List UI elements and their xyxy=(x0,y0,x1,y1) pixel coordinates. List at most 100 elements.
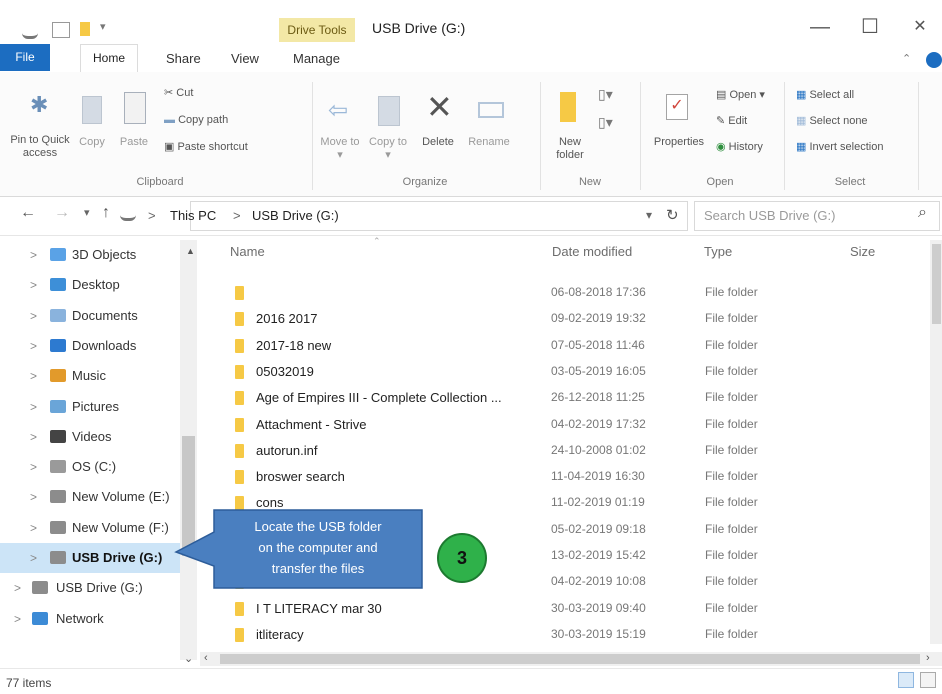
nav-item-icon xyxy=(50,338,66,352)
copy-button[interactable]: Copy xyxy=(74,84,110,172)
forward-button[interactable]: → xyxy=(54,204,70,222)
expand-chevron-icon[interactable]: > xyxy=(30,331,37,361)
new-folder-quick-icon[interactable] xyxy=(80,22,90,36)
scroll-right-icon[interactable]: › xyxy=(926,652,930,664)
folder-icon xyxy=(235,601,244,616)
nav-item-label: Desktop xyxy=(72,277,120,293)
expand-chevron-icon[interactable]: > xyxy=(30,240,37,270)
contextual-tab-drive-tools[interactable]: Drive Tools xyxy=(279,18,355,42)
tab-file[interactable]: File xyxy=(0,44,50,71)
nav-item-icon xyxy=(50,278,66,292)
nav-item[interactable]: > Documents xyxy=(0,301,190,331)
nav-item[interactable]: > New Volume (E:) xyxy=(0,482,190,512)
new-item-icon[interactable]: ▯▾ xyxy=(598,86,613,103)
nav-scroll-up-icon[interactable]: ▲ xyxy=(186,246,195,256)
tab-share[interactable]: Share xyxy=(156,48,211,69)
refresh-button[interactable]: ↻ xyxy=(666,206,679,224)
nav-item[interactable]: > Downloads xyxy=(0,331,190,361)
file-row[interactable]: Age of Empires III - Complete Collection… xyxy=(200,385,930,412)
paste-button[interactable]: Paste xyxy=(114,84,154,172)
back-button[interactable]: ← xyxy=(20,204,36,222)
expand-chevron-icon[interactable]: > xyxy=(30,513,37,543)
easy-access-icon[interactable]: ▯▾ xyxy=(598,114,613,131)
large-icons-view-icon[interactable] xyxy=(920,672,936,688)
nav-item[interactable]: > Pictures xyxy=(0,392,190,422)
minimize-button[interactable]: — xyxy=(800,12,840,42)
move-to-button[interactable]: ⇦ Move to ▾ xyxy=(320,84,360,172)
tab-manage[interactable]: Manage xyxy=(283,48,350,69)
expand-chevron-icon[interactable]: > xyxy=(30,301,37,331)
history-button[interactable]: ◉ History xyxy=(716,140,763,153)
nav-item[interactable]: > New Volume (F:) xyxy=(0,513,190,543)
address-dropdown-icon[interactable]: ▾ xyxy=(646,208,652,222)
copy-path-button[interactable]: ▬ Copy path xyxy=(164,114,228,126)
horizontal-scroll-thumb[interactable] xyxy=(220,654,920,664)
file-row[interactable]: Attachment - Strive 04-02-2019 17:32 File … xyxy=(200,412,930,439)
recent-locations-button[interactable]: ▾ xyxy=(84,206,90,219)
details-view-icon[interactable] xyxy=(898,672,914,688)
file-row[interactable]: I T LITERACY mar 30 30-03-2019 09:40 File … xyxy=(200,596,930,623)
select-none-button[interactable]: ▦ Select none xyxy=(796,114,868,127)
nav-item[interactable]: > Music xyxy=(0,361,190,391)
invert-selection-button[interactable]: ▦ Invert selection xyxy=(796,140,883,153)
nav-scroll-down-icon[interactable]: ⌄ xyxy=(184,652,193,665)
expand-chevron-icon[interactable]: > xyxy=(30,270,37,300)
maximize-button[interactable]: ☐ xyxy=(850,12,890,42)
folder-icon xyxy=(235,312,244,327)
breadcrumb-usb-drive[interactable]: USB Drive (G:) xyxy=(252,208,339,223)
nav-item[interactable]: >3D Objects xyxy=(0,240,190,270)
group-divider xyxy=(540,82,541,190)
close-button[interactable]: ✕ xyxy=(900,12,940,42)
cut-button[interactable]: ✂ Cut xyxy=(164,86,193,99)
expand-chevron-icon[interactable]: > xyxy=(30,482,37,512)
nav-item[interactable]: > OS (C:) xyxy=(0,452,190,482)
column-header-size[interactable]: Size xyxy=(850,244,875,259)
properties-button[interactable]: ✓ Properties xyxy=(648,84,710,172)
file-list-scroll-thumb[interactable] xyxy=(932,244,941,324)
nav-item[interactable]: > Desktop xyxy=(0,270,190,300)
expand-chevron-icon[interactable]: > xyxy=(14,573,21,603)
help-icon[interactable] xyxy=(926,52,942,68)
properties-quick-icon[interactable] xyxy=(52,22,70,38)
new-folder-button[interactable]: New folder xyxy=(548,84,592,172)
column-header-type[interactable]: Type xyxy=(704,244,732,259)
copy-to-button[interactable]: Copy to ▾ xyxy=(368,84,408,172)
file-row[interactable]: 2016 2017 09-02-2019 19:32 File folder xyxy=(200,306,930,333)
expand-chevron-icon[interactable]: > xyxy=(30,392,37,422)
file-row[interactable]: itliteracy 30-03-2019 15:19 File folder xyxy=(200,622,930,649)
rename-button[interactable]: Rename xyxy=(464,84,514,172)
file-row[interactable]: 06-08-2018 17:36 File folder xyxy=(200,280,930,307)
collapse-ribbon-icon[interactable]: ⌃ xyxy=(902,52,911,65)
up-button[interactable]: ↑ xyxy=(102,204,110,222)
file-row[interactable]: autorun.inf 24-10-2008 01:02 File folder xyxy=(200,438,930,465)
delete-button[interactable]: ✕ Delete xyxy=(416,84,460,172)
invert-selection-icon: ▦ xyxy=(796,141,810,153)
scroll-left-icon[interactable]: ‹ xyxy=(204,652,208,664)
nav-item[interactable]: > Videos xyxy=(0,422,190,452)
tab-home[interactable]: Home xyxy=(80,44,139,73)
tab-view[interactable]: View xyxy=(221,48,269,69)
pin-to-quick-access-button[interactable]: ✱ Pin to Quick access xyxy=(8,84,72,172)
expand-chevron-icon[interactable]: > xyxy=(30,422,37,452)
paste-shortcut-button[interactable]: ▣ Paste shortcut xyxy=(164,140,248,153)
quick-access-dropdown-icon[interactable]: ▾ xyxy=(100,20,106,33)
file-row[interactable]: 2017-18 new 07-05-2018 11:46 File folder xyxy=(200,333,930,360)
file-name: I T LITERACY mar 30 xyxy=(256,600,382,616)
file-row[interactable]: broswer search 11-04-2019 16:30 File folde… xyxy=(200,464,930,491)
breadcrumb-this-pc[interactable]: This PC xyxy=(170,208,216,223)
nav-item[interactable]: > USB Drive (G:) xyxy=(0,573,190,603)
nav-item[interactable]: > USB Drive (G:) xyxy=(0,543,190,573)
edit-button[interactable]: ✎ Edit xyxy=(716,114,747,127)
open-button[interactable]: ▤ Open ▾ xyxy=(716,88,765,101)
breadcrumb-separator: > xyxy=(148,208,156,223)
column-header-name[interactable]: Name xyxy=(230,244,265,259)
nav-item[interactable]: > Network xyxy=(0,604,190,634)
expand-chevron-icon[interactable]: > xyxy=(30,452,37,482)
select-all-button[interactable]: ▦ Select all xyxy=(796,88,854,101)
file-row[interactable]: 05032019 03-05-2019 16:05 File folder xyxy=(200,359,930,386)
column-header-date[interactable]: Date modified xyxy=(552,244,632,259)
expand-chevron-icon[interactable]: > xyxy=(30,543,37,573)
expand-chevron-icon[interactable]: > xyxy=(14,604,21,634)
expand-chevron-icon[interactable]: > xyxy=(30,361,37,391)
search-icon[interactable]: ⌕ xyxy=(918,204,927,222)
